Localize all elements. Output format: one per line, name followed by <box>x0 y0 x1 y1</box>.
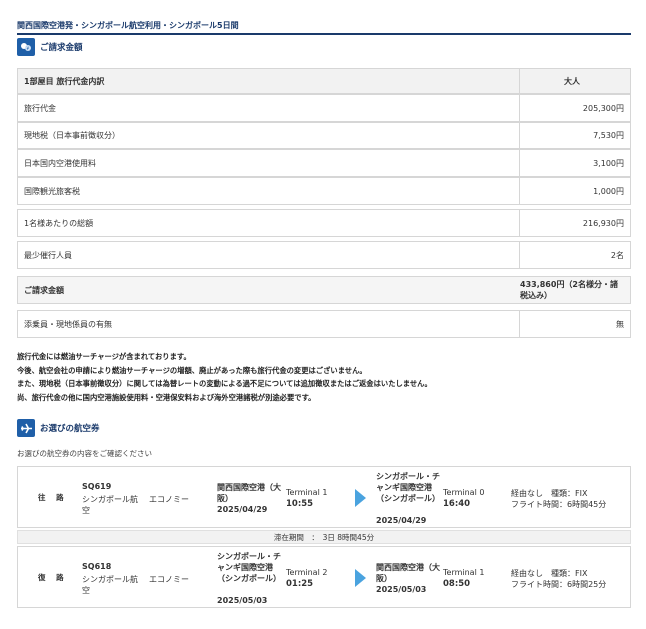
fare-notes: 旅行代金には燃油サーチャージが含まれております。 今後、航空会社の申請により燃油… <box>17 350 631 404</box>
note-line: 今後、航空会社の申請により燃油サーチャージの増額、廃止があった際も旅行代金の変更… <box>17 365 367 375</box>
row-label: 1名様あたりの総額 <box>18 210 520 236</box>
airline-name: シンガポール航空 <box>82 495 138 515</box>
inbound-flight-card: 復 路 SQ618 シンガポール航空 エコノミー シンガポール・チャンギ国際空港… <box>17 546 631 608</box>
arrival-date: 2025/04/29 <box>376 516 427 525</box>
billing-header-row: 1部屋目 旅行代金内訳 大人 <box>17 68 631 94</box>
billing-row-min-participants: 最少催行人員 2名 <box>17 241 631 269</box>
note-line: また、現地税（日本事前徴収分）に関しては為替レートの変動による過不足については追… <box>17 379 432 388</box>
billing-row-fare: 旅行代金 205,300円 <box>17 94 631 122</box>
page-title: 関西国際空港発・シンガポール航空利用・シンガポール5日間 <box>17 21 239 30</box>
row-label: 日本国内空港使用料 <box>18 150 520 176</box>
arrival-airport: シンガポール・チャンギ国際空港（シンガポール） <box>376 472 440 503</box>
departure-date: 2025/04/29 <box>217 505 268 514</box>
departure-terminal: Terminal 2 <box>286 568 328 577</box>
row-value: 1,000円 <box>593 186 624 196</box>
row-label: 添乗員・現地係員の有無 <box>18 311 520 337</box>
arrival-terminal: Terminal 0 <box>443 488 485 497</box>
direction-label: 往 路 <box>38 493 68 502</box>
flights-section-header: お選びの航空券 <box>17 419 100 437</box>
outbound-flight-card: 往 路 SQ619 シンガポール航空 エコノミー 関西国際空港（大阪） 2025… <box>17 466 631 528</box>
flight-duration: フライト時間：6時間25分 <box>511 580 607 589</box>
row-value: 216,930円 <box>582 218 624 228</box>
billing-row-per-person-total: 1名様あたりの総額 216,930円 <box>17 209 631 237</box>
departure-time: 10:55 <box>286 499 314 509</box>
route-arrow-icon <box>355 569 366 587</box>
cabin-class: エコノミー <box>149 495 189 504</box>
row-value: 433,860円（2名様分・諸税込み） <box>520 280 619 300</box>
billing-header-col: 大人 <box>564 76 580 86</box>
arrival-terminal: Terminal 1 <box>443 568 485 577</box>
departure-airport: 関西国際空港（大阪） <box>217 483 281 503</box>
flights-subnote: お選びの航空券の内容をご確認ください <box>17 449 152 458</box>
departure-terminal: Terminal 1 <box>286 488 328 497</box>
flight-info: 経由なし 種類：FIX フライト時間：6時間45分 <box>511 488 606 510</box>
row-label: 最少催行人員 <box>18 242 520 268</box>
row-label: 国際観光旅客税 <box>18 178 520 204</box>
arrival-date: 2025/05/03 <box>376 585 427 594</box>
row-value: 7,530円 <box>593 131 624 140</box>
airplane-icon <box>17 419 35 437</box>
direction-label: 復 路 <box>38 573 68 582</box>
note-line: 尚、旅行代金の他に国内空港施設使用料・空港保安料および海外空港諸税が別途必要です… <box>17 392 316 402</box>
route-arrow-icon <box>355 489 366 507</box>
row-label: 現地税（日本事前徴収分） <box>18 123 520 148</box>
row-value: 205,300円 <box>582 103 624 113</box>
billing-section-title: ご請求金額 <box>40 43 83 53</box>
stay-duration-bar: 滞在期間 ： 3日 8時間45分 <box>17 530 631 544</box>
departure-airport: シンガポール・チャンギ国際空港（シンガポール） <box>217 552 281 583</box>
row-label: ご請求金額 <box>24 285 64 295</box>
billing-row-escort: 添乗員・現地係員の有無 無 <box>17 310 631 338</box>
billing-row-airport-fee: 日本国内空港使用料 3,100円 <box>17 149 631 177</box>
cabin-class: エコノミー <box>149 575 189 584</box>
arrival-time: 16:40 <box>443 499 471 509</box>
airline-name: シンガポール航空 <box>82 575 138 595</box>
billing-header-label: 1部屋目 旅行代金内訳 <box>18 69 520 93</box>
flight-number: SQ619 <box>82 482 112 491</box>
billing-row-local-tax: 現地税（日本事前徴収分） 7,530円 <box>17 122 631 149</box>
note-line: 旅行代金には燃油サーチャージが含まれております。 <box>17 352 191 361</box>
row-value: 無 <box>616 319 624 329</box>
flight-info: 経由なし 種類：FIX フライト時間：6時間25分 <box>511 568 606 590</box>
flights-section-title: お選びの航空券 <box>40 424 100 434</box>
arrival-time: 08:50 <box>443 579 471 589</box>
title-divider <box>17 33 631 35</box>
row-value: 3,100円 <box>593 158 624 168</box>
billing-section-header: ¥ ご請求金額 <box>17 38 83 56</box>
departure-date: 2025/05/03 <box>217 596 268 605</box>
flight-number: SQ618 <box>82 562 112 571</box>
billing-row-total-charge: ご請求金額 433,860円（2名様分・諸税込み） <box>17 276 631 304</box>
stops-info: 経由なし 種類：FIX <box>511 569 588 578</box>
flight-duration: フライト時間：6時間45分 <box>511 500 607 509</box>
arrival-airport: 関西国際空港（大阪） <box>376 563 440 583</box>
row-label: 旅行代金 <box>18 95 520 121</box>
yen-coins-icon: ¥ <box>17 38 35 56</box>
stops-info: 経由なし 種類：FIX <box>511 489 588 498</box>
billing-row-tourist-tax: 国際観光旅客税 1,000円 <box>17 177 631 205</box>
departure-time: 01:25 <box>286 579 314 589</box>
row-value: 2名 <box>610 250 624 260</box>
